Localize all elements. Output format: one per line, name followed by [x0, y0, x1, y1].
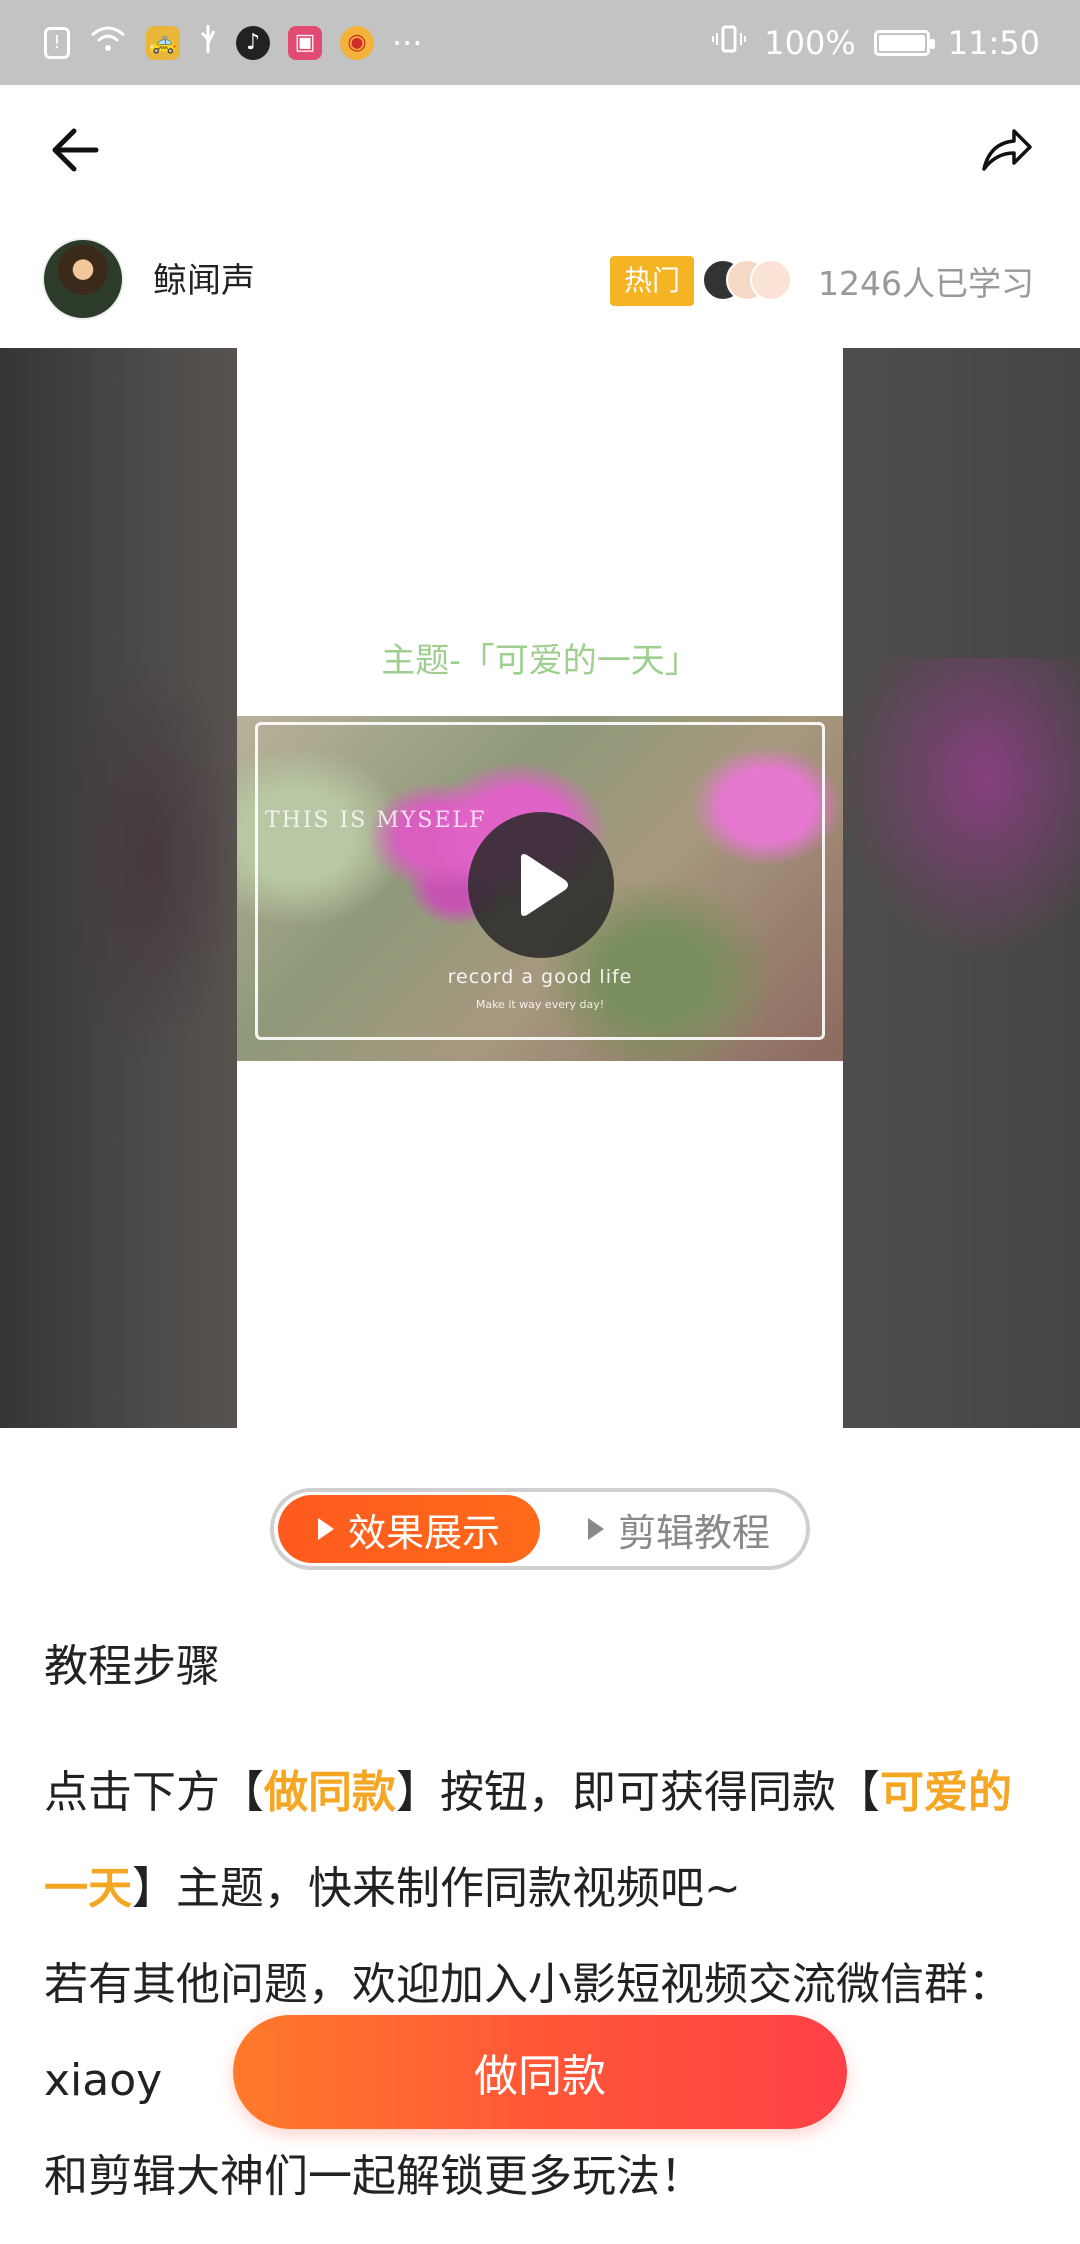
top-nav: [0, 85, 1080, 215]
highlight-make-same: 做同款: [264, 1767, 396, 1818]
status-bar-right: 100% 11:50: [712, 23, 1040, 63]
description-paragraph-1: 点击下方【做同款】按钮，即可获得同款【可爱的一天】主题，快来制作同款视频吧~: [44, 1745, 1044, 1937]
status-bar-left: ! 🚕 ♪ ▣ ◉ ···: [44, 23, 423, 63]
vibrate-icon: [712, 23, 747, 63]
author-name[interactable]: 鲸闻声: [153, 253, 255, 302]
status-bar: ! 🚕 ♪ ▣ ◉ ··· 100% 11:50: [0, 0, 1080, 85]
learner-count: 1246人已学习: [818, 264, 1034, 303]
hot-badge: 热门: [610, 256, 695, 306]
video-theme-title: 主题-「可爱的一天」: [381, 641, 699, 681]
share-button[interactable]: [972, 115, 1042, 185]
learner-avatar: [750, 259, 792, 301]
description-paragraph-3: 和剪辑大神们一起解锁更多玩法！: [44, 2151, 704, 2202]
tab-editing-tutorial[interactable]: 剪辑教程: [564, 1495, 794, 1563]
video-frame: 主题-「可爱的一天」 THIS IS MYSELF record a good …: [237, 348, 843, 1428]
more-notifications-icon: ···: [392, 23, 423, 62]
battery-icon: [873, 29, 935, 56]
play-button[interactable]: [468, 812, 614, 958]
learner-avatars: [702, 259, 792, 305]
author-row: 鲸闻声 热门 1246人已学习: [0, 235, 1080, 325]
shopping-app-icon: ▣: [288, 25, 322, 60]
text-segment: 】按钮，即可获得同款【: [396, 1767, 880, 1818]
photo-subcaption: Make it way every day!: [475, 998, 605, 1011]
text-segment: 】主题，快来制作同款视频吧~: [132, 1863, 741, 1914]
preview-tutorial-toggle: 效果展示 剪辑教程: [270, 1488, 810, 1570]
notification-alert-icon: !: [44, 26, 70, 59]
tutorial-description: 点击下方【做同款】按钮，即可获得同款【可爱的一天】主题，快来制作同款视频吧~ 若…: [44, 1745, 1044, 2225]
clock: 11:50: [947, 23, 1040, 62]
video-blur-background-left: [0, 348, 240, 1428]
play-icon: [521, 854, 568, 916]
usb-icon: [198, 23, 218, 63]
page: ! 🚕 ♪ ▣ ◉ ··· 100% 11:50 鲸闻声 热门 1246人已学习…: [0, 0, 1080, 2244]
make-same-button[interactable]: 做同款: [233, 2015, 847, 2129]
wifi-icon: [88, 23, 128, 63]
play-triangle-icon: [587, 1518, 604, 1540]
battery-percent: 100%: [764, 23, 856, 62]
share-arrow-icon: [982, 129, 1032, 171]
text-segment: 点击下方【: [44, 1767, 264, 1818]
steps-heading: 教程步骤: [44, 1641, 220, 1692]
tab-editing-tutorial-label: 剪辑教程: [617, 1510, 770, 1555]
tab-effect-preview[interactable]: 效果展示: [278, 1495, 540, 1563]
tiktok-app-icon: ♪: [236, 25, 270, 60]
tab-effect-preview-label: 效果展示: [347, 1510, 500, 1555]
back-button[interactable]: [40, 115, 110, 185]
author-avatar[interactable]: [42, 238, 124, 320]
photo-overlay-text: THIS IS MYSELF: [265, 808, 487, 833]
arrow-left-icon: [52, 128, 99, 172]
weibo-app-icon: ◉: [340, 25, 374, 60]
video-blur-background-right: [843, 348, 1080, 1428]
photo-caption: record a good life: [447, 966, 633, 988]
play-triangle-icon: [317, 1518, 334, 1540]
video-player[interactable]: 主题-「可爱的一天」 THIS IS MYSELF record a good …: [0, 348, 1080, 1428]
taxi-app-icon: 🚕: [146, 25, 180, 60]
